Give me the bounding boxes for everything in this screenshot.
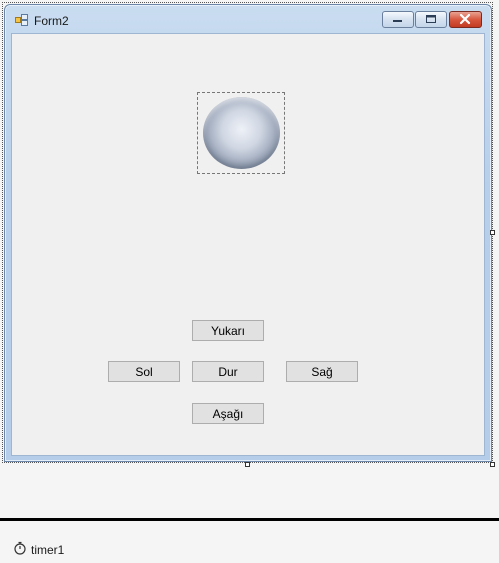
app-icon	[15, 14, 28, 26]
left-button[interactable]: Sol	[108, 361, 180, 382]
down-button[interactable]: Aşağı	[192, 403, 264, 424]
resize-handle-corner[interactable]	[490, 462, 495, 467]
up-button[interactable]: Yukarı	[192, 320, 264, 341]
minimize-button[interactable]	[382, 11, 414, 28]
form-window[interactable]: Form2 Yukarı Sol Dur Sağ Aşağı	[4, 4, 492, 462]
minimize-icon	[393, 20, 402, 22]
maximize-icon	[426, 15, 436, 23]
designer-surface: Form2 Yukarı Sol Dur Sağ Aşağı	[0, 0, 499, 518]
sphere-image	[203, 97, 280, 169]
stop-button[interactable]: Dur	[192, 361, 264, 382]
right-button[interactable]: Sağ	[286, 361, 358, 382]
close-button[interactable]	[449, 11, 482, 28]
resize-handle-bottom[interactable]	[245, 462, 250, 467]
picture-box[interactable]	[197, 92, 285, 174]
stopwatch-icon	[14, 541, 26, 555]
maximize-button[interactable]	[415, 11, 447, 28]
title-bar[interactable]: Form2	[5, 5, 491, 33]
close-icon	[459, 13, 471, 25]
form-client-area: Yukarı Sol Dur Sağ Aşağı	[11, 33, 485, 456]
timer-component-label[interactable]: timer1	[31, 543, 64, 557]
window-title: Form2	[34, 14, 69, 28]
resize-handle-right[interactable]	[490, 230, 495, 235]
component-tray: timer1	[0, 521, 499, 563]
